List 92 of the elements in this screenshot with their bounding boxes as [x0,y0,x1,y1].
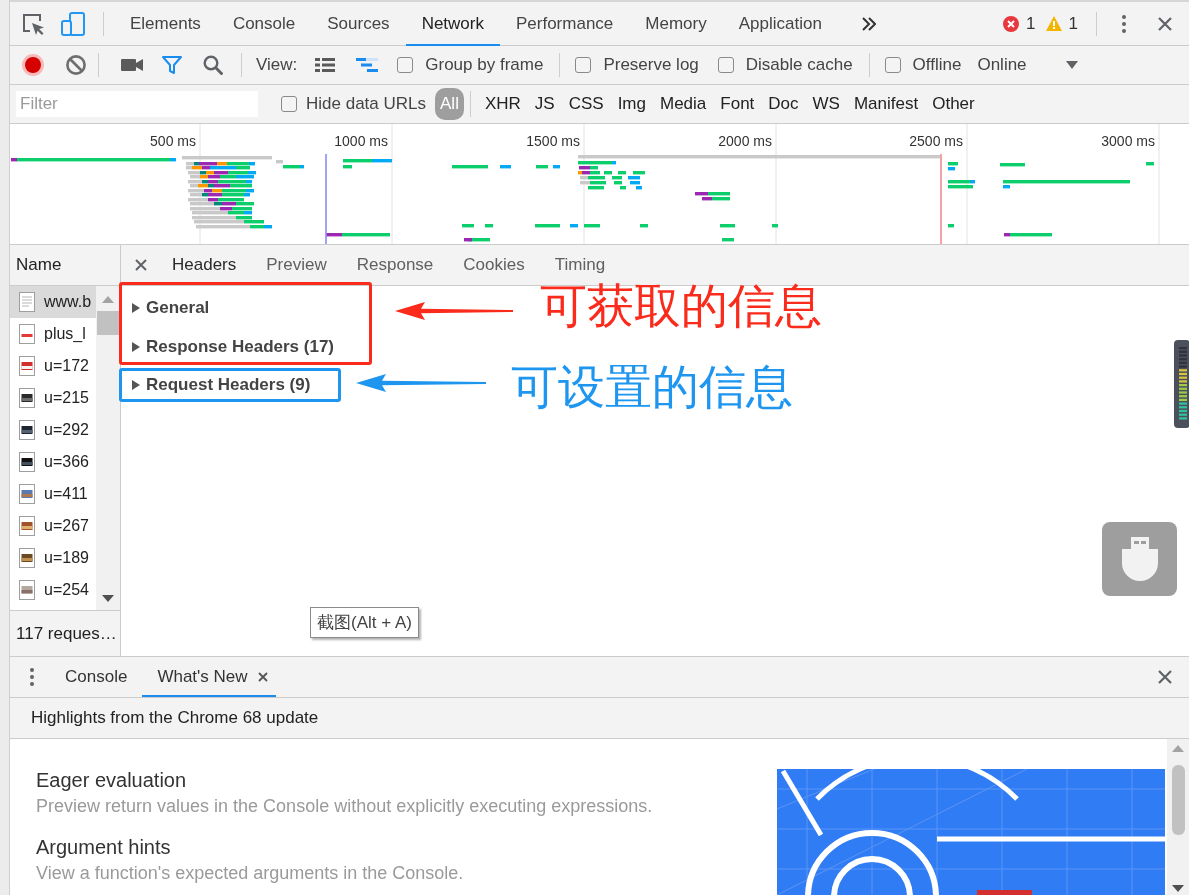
section-header[interactable]: Request Headers (9) [122,371,311,399]
image-thumbnail-icon [19,420,35,440]
request-row[interactable]: www.b [10,286,96,318]
view-label: View: [256,55,298,75]
image-thumbnail-icon [19,356,35,376]
detail-tab[interactable]: Headers [157,245,252,285]
type-filter[interactable]: Doc [763,88,804,120]
close-icon[interactable] [135,259,147,271]
drawer-tab[interactable]: What's New [142,657,276,697]
filter-field[interactable]: Filter [16,91,258,117]
panel-tab[interactable]: Sources [311,1,406,46]
checkbox-label: Hide data URLs [306,94,426,114]
error-icon [1003,15,1020,32]
type-filter[interactable]: JS [529,88,560,120]
checkbox-label: Offline [912,55,962,75]
time-tick-label: 3000 ms [1101,133,1155,149]
image-thumbnail-icon [19,324,35,344]
error-count: 1 [1026,13,1036,34]
kebab-menu-icon[interactable] [1122,14,1126,33]
type-filter[interactable]: Other [927,88,980,120]
checkbox[interactable] [397,57,414,73]
usb-drive-icon [1121,537,1158,581]
video-camera-icon[interactable] [121,58,143,72]
panel-tab[interactable]: Console [216,1,312,46]
section-header[interactable]: General [122,294,335,322]
list-view-icon[interactable] [315,57,336,73]
warning-count: 1 [1068,13,1078,34]
tooltip: 截图(Alt + A) [310,607,419,638]
checkbox-label: Preserve log [603,55,699,75]
device-icon[interactable] [61,11,85,36]
checkbox[interactable] [884,57,901,73]
image-thumbnail-icon [19,388,35,408]
panel-tab[interactable]: Memory [629,1,723,46]
record-icon[interactable] [22,54,44,76]
close-icon[interactable] [1158,16,1172,31]
detail-tab[interactable]: Cookies [448,245,540,285]
panel-tab[interactable]: Network [405,1,500,46]
annotation-label: 可获取的信息 [540,282,823,330]
time-tick-label: 1500 ms [526,133,580,149]
annotation-label: 可设置的信息 [511,363,794,411]
type-filter[interactable]: WS [807,88,845,120]
image-thumbnail-icon [19,580,35,600]
inspect-icon[interactable] [22,12,44,35]
panel-tab[interactable]: Elements [114,1,217,46]
panel-tab[interactable]: Performance [500,1,630,46]
time-tick-label: 2000 ms [718,133,772,149]
scroll-down-icon[interactable] [1172,885,1184,892]
caret-down-icon [1065,61,1078,69]
detail-tab[interactable]: Preview [251,245,342,285]
scroll-down-icon[interactable] [102,595,114,602]
feature-title: Argument hints [36,835,172,860]
checkbox[interactable] [717,57,734,73]
image-thumbnail-icon [19,548,35,568]
floating-button[interactable] [1102,522,1177,596]
image-thumbnail-icon [19,516,35,536]
more-tabs-icon[interactable] [861,16,876,31]
image-thumbnail-icon [19,484,35,504]
feature-description: Preview return values in the Console without explicitly executing expressions. [36,795,654,818]
kebab-menu-icon[interactable] [30,668,34,686]
waterfall-icon[interactable] [356,57,379,73]
filter-icon[interactable] [162,56,182,74]
feature-description: View a function's expected arguments in the Console. [36,862,465,885]
scrollbar-thumb[interactable] [97,311,119,335]
type-filter[interactable]: Media [655,88,712,120]
scrollbar[interactable] [1167,739,1189,895]
panel-tab[interactable]: Application [722,1,838,46]
type-filter[interactable]: Manifest [848,88,924,120]
feature-title: Eager evaluation [36,768,188,793]
type-filter[interactable]: XHR [479,88,526,120]
time-tick-label: 1000 ms [334,133,388,149]
section-header[interactable]: Response Headers (17) [122,333,335,361]
checkbox[interactable] [281,96,297,112]
scrollbar-thumb[interactable] [1171,765,1185,835]
image-thumbnail-icon [19,452,35,472]
type-filter[interactable]: Font [715,88,760,120]
close-icon[interactable] [1158,670,1172,684]
level-meter-icon [1174,340,1189,428]
search-icon[interactable] [203,55,223,75]
document-icon [19,292,35,312]
warning-icon [1045,16,1062,31]
type-filter[interactable]: CSS [563,88,609,120]
throttling-dropdown[interactable]: Online [977,55,1078,75]
close-icon[interactable] [257,672,268,682]
detail-tab[interactable]: Response [341,245,449,285]
drawer-tab[interactable]: Console [50,657,143,697]
checkbox[interactable] [575,57,592,73]
clear-icon[interactable] [66,55,86,75]
checkbox-label: Group by frame [425,55,544,75]
time-tick-label: 500 ms [150,133,196,149]
checkbox-label: Disable cache [745,55,853,75]
type-filter[interactable]: Img [612,88,651,120]
time-tick-label: 2500 ms [909,133,963,149]
